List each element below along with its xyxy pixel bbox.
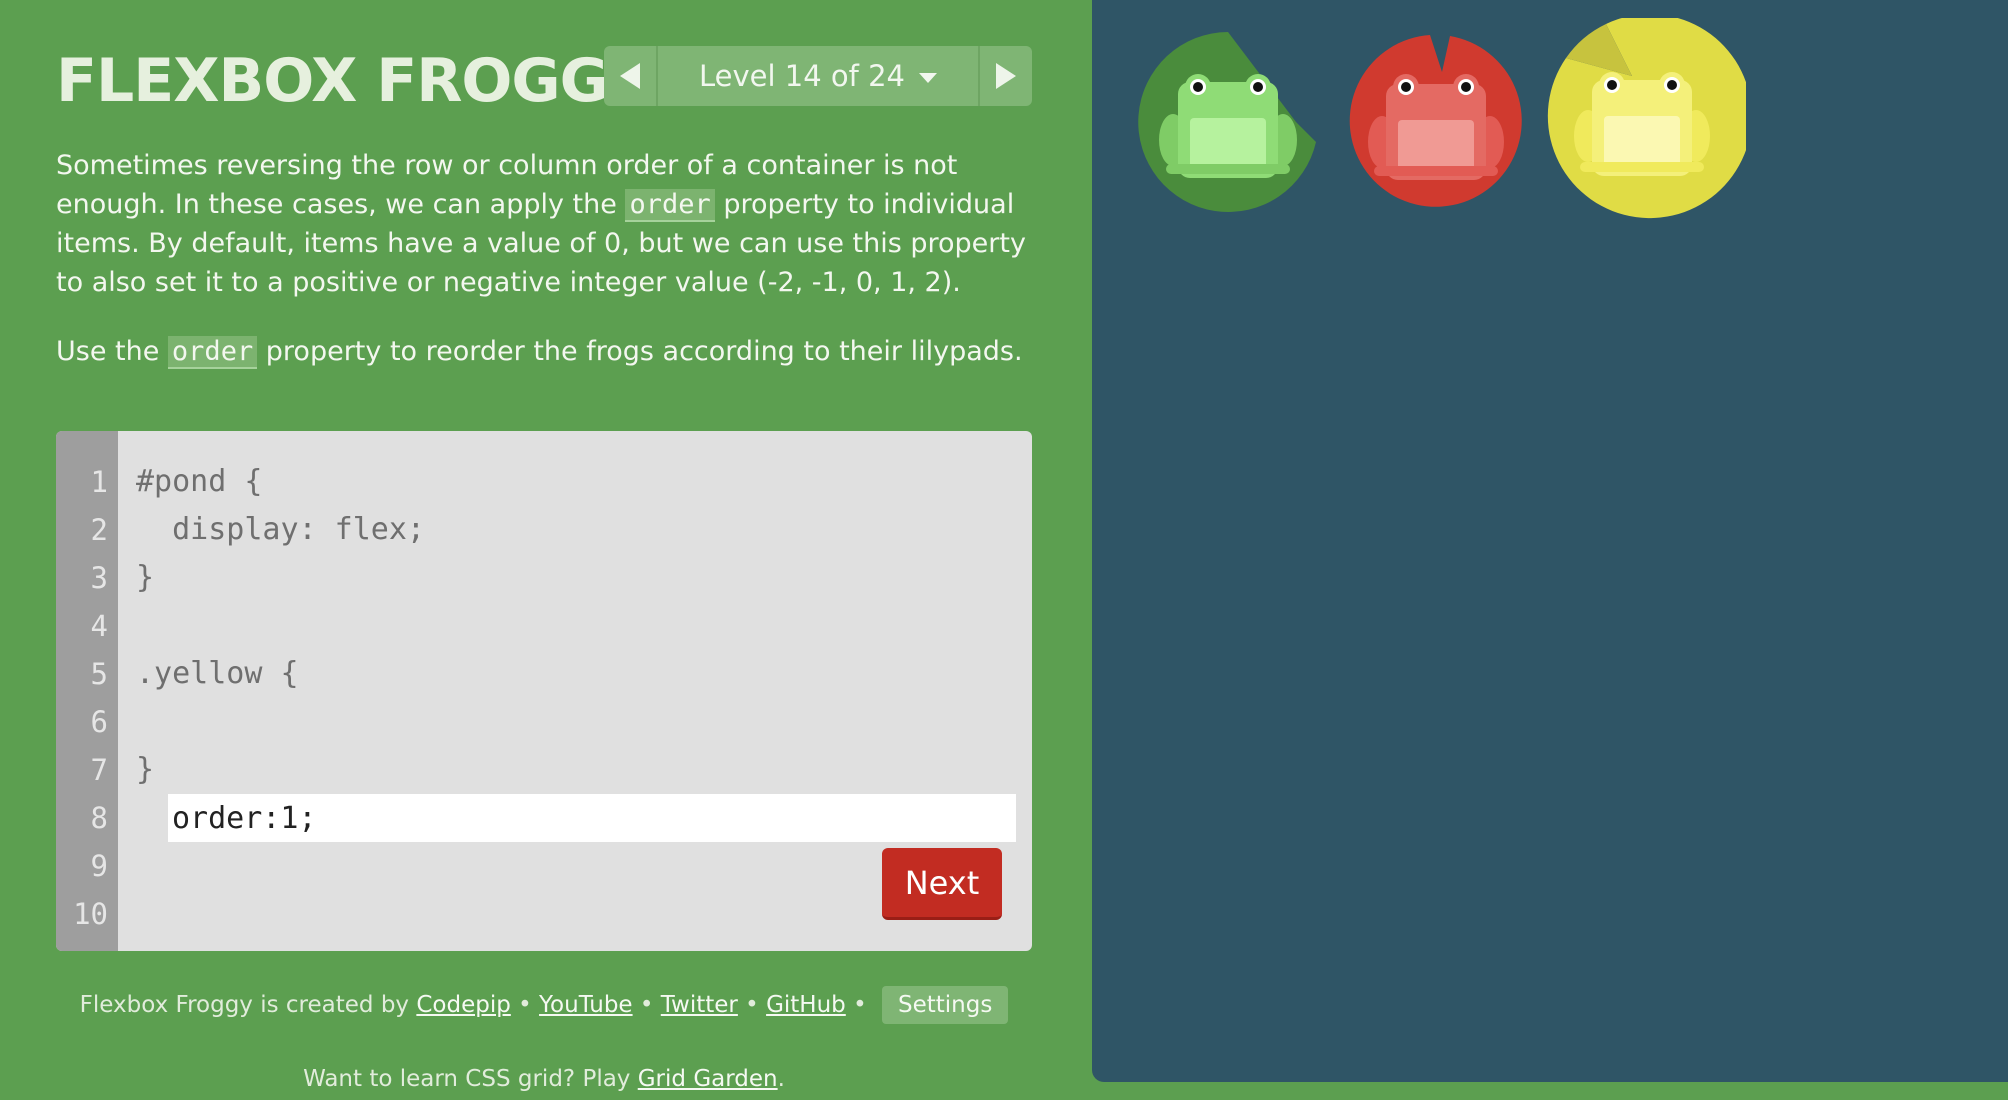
instructions: Sometimes reversing the row or column or… (56, 146, 1046, 401)
line-number: 10 (73, 897, 108, 931)
arrow-left-icon (620, 63, 640, 89)
level-label: Level 14 of 24 (699, 59, 905, 93)
green-lilypad (1138, 32, 1316, 212)
codepip-link[interactable]: Codepip (416, 992, 510, 1018)
level-navigation: Level 14 of 24 (604, 46, 1032, 106)
next-level-arrow-button[interactable] (978, 46, 1032, 106)
instructions-text: property to reorder the frogs according … (257, 336, 1023, 367)
line-number: 5 (90, 657, 108, 691)
arrow-right-icon (996, 63, 1016, 89)
promo-text: Want to learn CSS grid? Play (303, 1066, 638, 1092)
settings-button[interactable]: Settings (881, 986, 1009, 1024)
code-line: .yellow { (136, 656, 299, 691)
separator: • (510, 992, 540, 1018)
line-number: 2 (90, 513, 108, 547)
line-number: 1 (90, 465, 108, 499)
line-number: 6 (90, 705, 108, 739)
footer-credits: Flexbox Froggy is created by Codepip • Y… (56, 986, 1032, 1024)
line-number: 9 (90, 849, 108, 883)
line-number: 3 (90, 561, 108, 595)
twitter-link[interactable]: Twitter (661, 992, 738, 1018)
pond (1092, 0, 2008, 1082)
youtube-link[interactable]: YouTube (539, 992, 633, 1018)
css-code-input[interactable] (168, 794, 1016, 842)
separator: • (737, 992, 767, 1018)
code-area: #pond { display: flex; } .yellow { } (136, 458, 1016, 842)
line-number-gutter: 1 2 3 4 5 6 7 8 9 10 (56, 431, 118, 951)
level-dropdown[interactable]: Level 14 of 24 (658, 46, 978, 106)
line-number: 8 (90, 801, 108, 835)
grid-garden-promo: Want to learn CSS grid? Play Grid Garden… (56, 1066, 1032, 1092)
footer-text: Flexbox Froggy is created by (79, 992, 417, 1018)
grid-garden-link[interactable]: Grid Garden (638, 1066, 778, 1092)
red-lilypad (1349, 35, 1522, 207)
separator: • (845, 992, 874, 1018)
line-number: 7 (90, 753, 108, 787)
next-button[interactable]: Next (882, 848, 1002, 920)
code-line: } (136, 560, 155, 595)
code-line: #pond { (136, 464, 263, 499)
yellow-frog (1574, 72, 1710, 176)
code-input-line (136, 698, 1016, 842)
instructions-paragraph-2: Use the order property to reorder the fr… (56, 332, 1046, 371)
previous-level-button[interactable] (604, 46, 658, 106)
code-line: display: flex; (136, 512, 425, 547)
code-keyword: order (625, 189, 715, 222)
promo-text: . (777, 1066, 785, 1092)
app-title: FLEXBOX FROGGY (56, 46, 650, 116)
line-number: 4 (90, 609, 108, 643)
red-frog (1368, 74, 1504, 180)
sidebar: FLEXBOX FROGGY Level 14 of 24 Sometimes … (0, 0, 1092, 1100)
green-frog (1159, 74, 1297, 178)
caret-down-icon (918, 73, 937, 83)
css-editor: 1 2 3 4 5 6 7 8 9 10 #pond { display: fl… (56, 431, 1032, 951)
code-keyword: order (167, 336, 258, 369)
yellow-lilypad (1547, 18, 1746, 219)
github-link[interactable]: GitHub (766, 992, 846, 1018)
instructions-paragraph-1: Sometimes reversing the row or column or… (56, 146, 1046, 302)
instructions-text: Use the (56, 336, 168, 367)
separator: • (632, 992, 661, 1018)
